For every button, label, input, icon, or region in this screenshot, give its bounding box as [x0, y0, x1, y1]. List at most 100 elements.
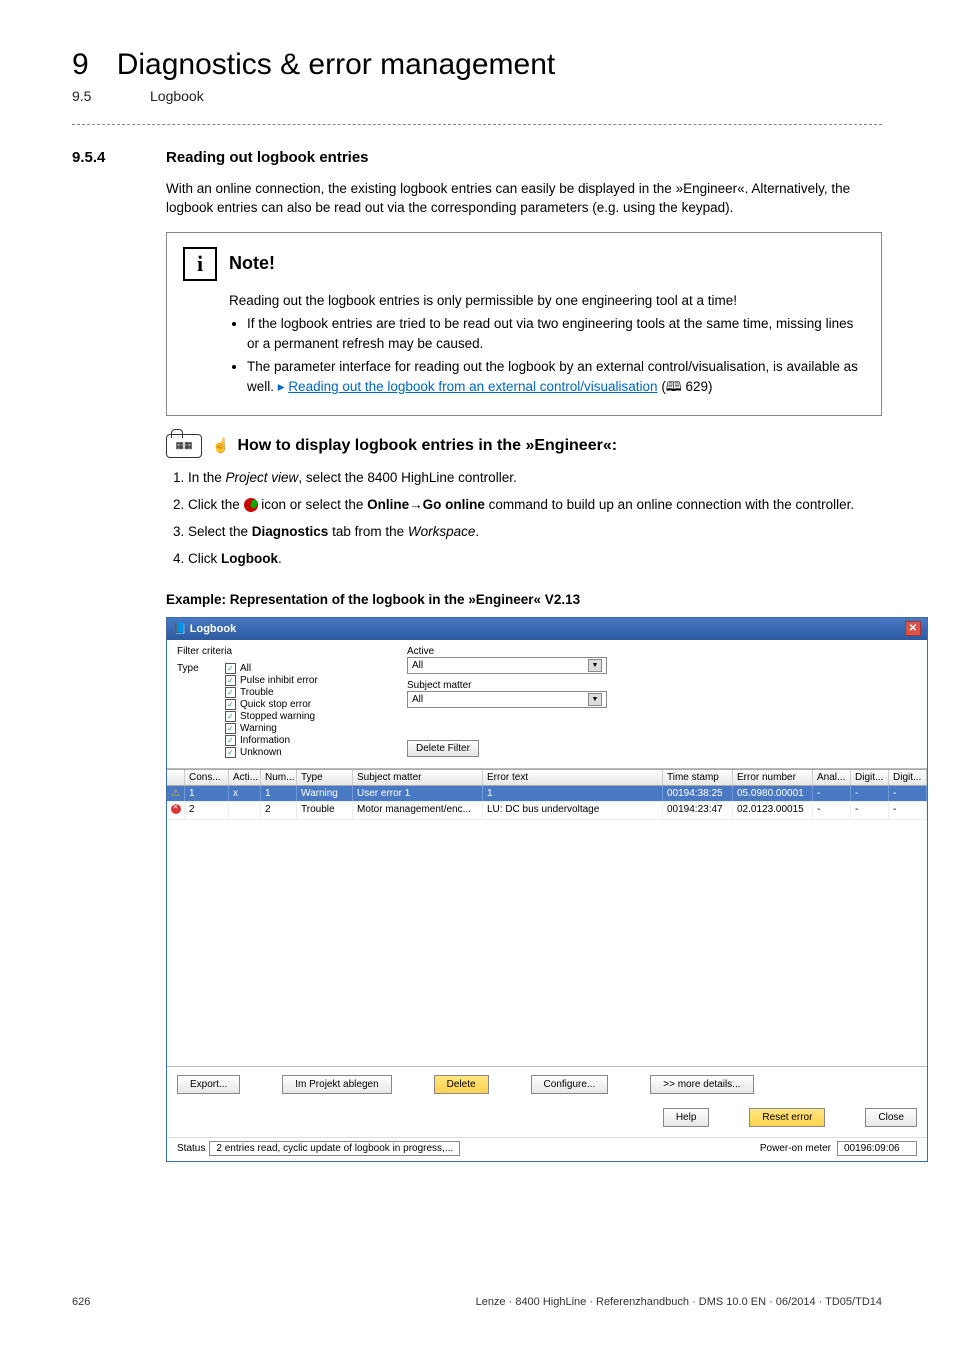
- cell: 00194:23:47: [663, 802, 733, 819]
- step-text: command to build up an online connection…: [485, 497, 854, 512]
- cell: 2: [185, 802, 229, 819]
- page-ref: (🕮 629): [661, 379, 712, 394]
- note-line: Reading out the logbook entries is only …: [229, 291, 865, 311]
- hand-icon: ☝: [212, 437, 229, 454]
- col-header[interactable]: Acti...: [229, 770, 261, 785]
- warning-icon: ⚠: [171, 788, 180, 799]
- checkbox-label: Information: [240, 735, 290, 746]
- subject-dropdown[interactable]: All▼: [407, 691, 607, 708]
- col-header[interactable]: Cons...: [185, 770, 229, 785]
- cell: Warning: [297, 786, 353, 801]
- cell: 1: [483, 786, 663, 801]
- more-details-button[interactable]: >> more details...: [650, 1075, 753, 1094]
- col-header[interactable]: Type: [297, 770, 353, 785]
- step-text: Click: [188, 551, 221, 566]
- help-button[interactable]: Help: [663, 1108, 710, 1127]
- checkbox-label: Trouble: [240, 687, 274, 698]
- save-project-button[interactable]: Im Projekt ablegen: [282, 1075, 391, 1094]
- page-number: 626: [72, 1296, 90, 1308]
- step-item: Click the icon or select the Online→Go o…: [188, 495, 882, 515]
- step-text: Logbook: [221, 551, 278, 566]
- section-subtitle: Logbook: [150, 88, 204, 104]
- checkbox[interactable]: ✓: [225, 687, 236, 698]
- titlebar: 📘 Logbook ✕: [167, 618, 927, 640]
- error-icon: [171, 804, 181, 814]
- delete-button[interactable]: Delete: [434, 1075, 489, 1094]
- page-ref-number: 629: [685, 379, 708, 394]
- active-dropdown[interactable]: All▼: [407, 657, 607, 674]
- cell: User error 1: [353, 786, 483, 801]
- step-item: Click Logbook.: [188, 549, 882, 569]
- note-bullet: If the logbook entries are tried to be r…: [247, 314, 865, 353]
- cell: 02.0123.00015: [733, 802, 813, 819]
- status-field: 2 entries read, cyclic update of logbook…: [209, 1141, 460, 1156]
- checkbox[interactable]: ✓: [225, 675, 236, 686]
- cell: -: [851, 786, 889, 801]
- step-item: In the Project view, select the 8400 Hig…: [188, 468, 882, 488]
- col-header[interactable]: Anal...: [813, 770, 851, 785]
- note-bullet: The parameter interface for reading out …: [247, 357, 865, 396]
- checkbox[interactable]: ✓: [225, 663, 236, 674]
- cell: 1: [185, 786, 229, 801]
- step-text: Project view: [226, 470, 299, 485]
- checkbox[interactable]: ✓: [225, 711, 236, 722]
- step-text: Online: [367, 497, 409, 512]
- step-text: Click the: [188, 497, 244, 512]
- checkbox[interactable]: ✓: [225, 747, 236, 758]
- export-button[interactable]: Export...: [177, 1075, 240, 1094]
- cell: 1: [261, 786, 297, 801]
- step-text: .: [475, 524, 479, 539]
- go-online-icon: [244, 498, 258, 512]
- delete-filter-button[interactable]: Delete Filter: [407, 740, 479, 757]
- cell: 05.0980.00001: [733, 786, 813, 801]
- checkbox-label: Stopped warning: [240, 711, 315, 722]
- chapter-title: Diagnostics & error management: [117, 48, 556, 82]
- cell: [229, 802, 261, 819]
- col-header[interactable]: Digit...: [889, 770, 927, 785]
- info-icon: i: [183, 247, 217, 281]
- checkbox-label: All: [240, 663, 251, 674]
- cell: -: [889, 786, 927, 801]
- note-title: Note!: [229, 253, 275, 274]
- configure-button[interactable]: Configure...: [531, 1075, 609, 1094]
- close-button-bottom[interactable]: Close: [865, 1108, 917, 1127]
- type-checkbox-list: ✓All ✓Pulse inhibit error ✓Trouble ✓Quic…: [225, 663, 318, 758]
- type-label: Type: [177, 661, 217, 674]
- dialog-title: Logbook: [190, 623, 236, 635]
- keypad-icon: ▦▦: [166, 434, 202, 458]
- table-row[interactable]: 2 2 Trouble Motor management/enc... LU: …: [167, 802, 927, 820]
- cell: -: [889, 802, 927, 819]
- col-header[interactable]: Digit...: [851, 770, 889, 785]
- section-number: 9.5: [72, 88, 122, 104]
- cell: Motor management/enc...: [353, 802, 483, 819]
- checkbox[interactable]: ✓: [225, 699, 236, 710]
- col-header[interactable]: Subject matter: [353, 770, 483, 785]
- dialog-icon: 📘: [173, 623, 190, 635]
- note-box: i Note! Reading out the logbook entries …: [166, 232, 882, 416]
- grid-body: ⚠ 1 x 1 Warning User error 1 1 00194:38:…: [167, 786, 927, 1066]
- close-button[interactable]: ✕: [905, 621, 921, 636]
- step-text: .: [278, 551, 282, 566]
- cross-reference-link[interactable]: Reading out the logbook from an external…: [288, 379, 657, 394]
- col-header[interactable]: Num...: [261, 770, 297, 785]
- status-label: Status: [177, 1143, 205, 1154]
- example-title: Example: Representation of the logbook i…: [166, 592, 882, 607]
- triangle-icon: ▸: [278, 379, 289, 394]
- checkbox[interactable]: ✓: [225, 735, 236, 746]
- dropdown-value: All: [412, 694, 423, 705]
- step-text: Select the: [188, 524, 252, 539]
- reset-error-button[interactable]: Reset error: [749, 1108, 825, 1127]
- step-text: Go online: [423, 497, 485, 512]
- filter-criteria-label: Filter criteria: [177, 646, 377, 657]
- step-text: Diagnostics: [252, 524, 329, 539]
- table-row[interactable]: ⚠ 1 x 1 Warning User error 1 1 00194:38:…: [167, 786, 927, 802]
- divider: [72, 124, 882, 125]
- col-header[interactable]: Time stamp: [663, 770, 733, 785]
- checkbox-label: Warning: [240, 723, 277, 734]
- checkbox[interactable]: ✓: [225, 723, 236, 734]
- col-header[interactable]: Error text: [483, 770, 663, 785]
- cell: -: [813, 786, 851, 801]
- col-header[interactable]: Error number: [733, 770, 813, 785]
- power-on-meter-label: Power-on meter: [760, 1143, 831, 1154]
- power-on-meter-value: 00196:09:06: [837, 1141, 917, 1156]
